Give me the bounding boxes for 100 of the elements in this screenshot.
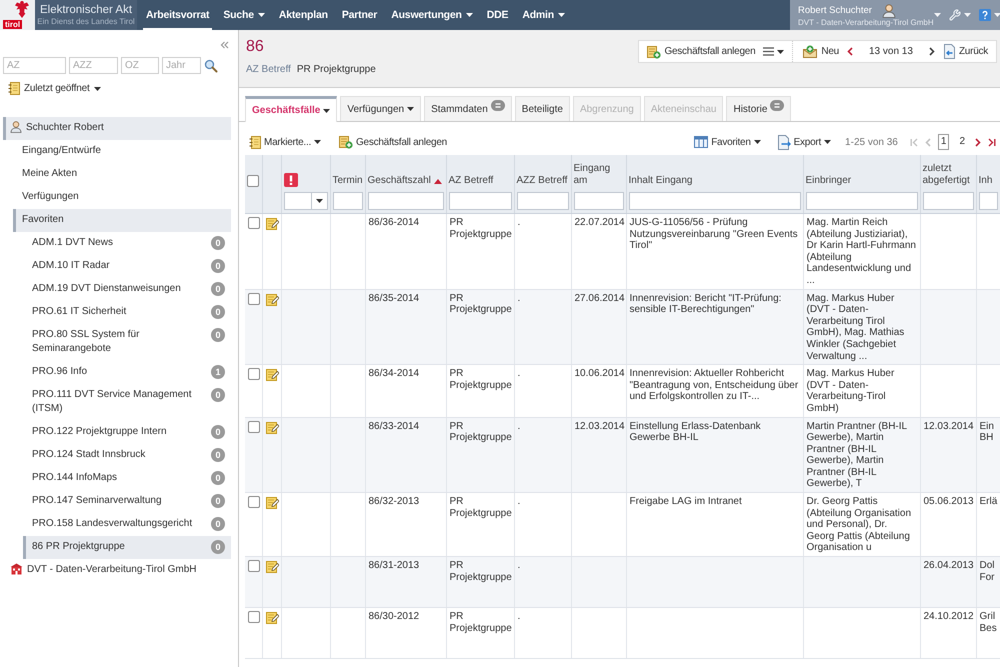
column-header[interactable]: Termin bbox=[332, 175, 363, 187]
edit-note-icon[interactable] bbox=[266, 560, 278, 574]
tree-item[interactable]: DVT - Daten-Verarbeitung-Tirol GmbH bbox=[3, 559, 231, 582]
create-case-button[interactable]: Geschäftsfall anlegen bbox=[337, 132, 449, 152]
filter-input[interactable] bbox=[368, 192, 444, 210]
tools-menu-button[interactable] bbox=[948, 9, 971, 21]
checkbox[interactable] bbox=[247, 175, 259, 187]
tree-item[interactable]: ADM.19 DVT Dienstanweisungen 0 bbox=[23, 278, 231, 301]
edit-note-icon[interactable] bbox=[266, 368, 278, 382]
chevron-right-icon[interactable] bbox=[928, 47, 935, 56]
column-header[interactable]: Inh bbox=[978, 175, 992, 187]
checkbox[interactable] bbox=[248, 420, 260, 432]
column-header[interactable]: Einbringer bbox=[806, 175, 852, 187]
notebook-icon bbox=[249, 136, 261, 148]
column-header[interactable]: AZ Betreff bbox=[448, 175, 494, 187]
new-button[interactable]: Neu bbox=[801, 42, 841, 62]
tree-item[interactable]: ADM.10 IT Radar 0 bbox=[23, 255, 231, 278]
search-field[interactable]: OZ bbox=[121, 57, 159, 74]
tab[interactable]: Historie bbox=[726, 96, 792, 121]
last-page-icon[interactable] bbox=[988, 138, 996, 146]
back-button[interactable]: Zurück bbox=[940, 42, 990, 62]
edit-note-icon[interactable] bbox=[266, 292, 278, 306]
table-row[interactable] bbox=[245, 214, 1000, 290]
column-header[interactable]: AZZ Betreff bbox=[516, 175, 568, 187]
recent-menu-button[interactable]: Zuletzt geöffnet bbox=[8, 82, 101, 95]
edit-note-icon[interactable] bbox=[266, 420, 278, 434]
tree-item[interactable]: PRO.111 DVT Service Management (ITSM) 0 bbox=[23, 384, 231, 421]
tree-item[interactable]: PRO.122 Projektgruppe Intern 0 bbox=[23, 421, 231, 444]
nav-link[interactable]: Aktenplan bbox=[276, 0, 331, 30]
tree-item[interactable]: Verfügungen bbox=[13, 186, 231, 209]
page-link[interactable]: 1 bbox=[938, 134, 950, 150]
help-menu-button[interactable] bbox=[978, 9, 1000, 21]
nav-link[interactable]: Auswertungen bbox=[388, 0, 476, 30]
chevron-left-icon[interactable] bbox=[847, 47, 853, 56]
nav-link[interactable]: Partner bbox=[338, 0, 380, 30]
tree-item[interactable]: PRO.61 IT Sicherheit 0 bbox=[23, 301, 231, 324]
tab[interactable]: Geschäftsfälle bbox=[245, 96, 338, 122]
nav-link[interactable]: Arbeitsvorrat bbox=[143, 0, 212, 30]
table-row[interactable]: 86/32-2013 PR Projektgruppe . Freigabe LAG im Intranet Dr. Georg Pattis (Abteilung Organisation und Personal), Dr. Georg Pattis (Abteilung Organisation u 05.06.2013 Erlä bbox=[245, 492, 1000, 557]
chevron-right-icon[interactable] bbox=[975, 138, 981, 146]
table-row[interactable] bbox=[245, 417, 1000, 493]
filter-input[interactable] bbox=[332, 192, 362, 210]
table-row[interactable]: 86/30-2012 PR Projektgruppe . 24.10.2012 Gril Bes bbox=[245, 608, 1000, 659]
search-field[interactable]: AZ bbox=[3, 57, 66, 74]
checkbox[interactable] bbox=[248, 368, 260, 380]
tree-item[interactable]: PRO.144 InfoMaps 0 bbox=[23, 467, 231, 490]
count-badge: 0 bbox=[211, 236, 225, 250]
create-case-button[interactable]: Geschäftsfall anlegen bbox=[645, 42, 758, 62]
tree-item[interactable]: Eingang/Entwürfe bbox=[13, 140, 231, 163]
marked-menu-button[interactable]: Markierte... bbox=[247, 132, 324, 152]
edit-note-icon[interactable] bbox=[266, 496, 278, 510]
filter-input[interactable] bbox=[978, 192, 998, 210]
search-icon[interactable] bbox=[204, 58, 218, 72]
tab[interactable]: Beteiligte bbox=[514, 96, 570, 121]
checkbox[interactable] bbox=[248, 611, 260, 624]
tab[interactable]: Stammdaten bbox=[424, 96, 512, 121]
tab[interactable]: Verfügungen bbox=[340, 96, 422, 121]
nav-link[interactable]: DDE bbox=[484, 0, 512, 30]
filter-input[interactable] bbox=[628, 192, 800, 210]
column-header[interactable]: Geschäftszahl bbox=[368, 175, 442, 187]
checkbox[interactable] bbox=[248, 496, 260, 508]
tree-item[interactable]: Favoriten bbox=[13, 209, 231, 232]
edit-note-icon[interactable] bbox=[266, 611, 278, 624]
collapse-icon[interactable] bbox=[220, 41, 229, 49]
filter-input[interactable] bbox=[516, 192, 568, 210]
checkbox[interactable] bbox=[248, 560, 260, 572]
filter-input[interactable] bbox=[806, 192, 918, 210]
user-organization: DVT - Daten-Verarbeitung-Tirol GmbH bbox=[798, 18, 934, 26]
checkbox[interactable] bbox=[248, 217, 260, 229]
favorites-menu-button[interactable]: Favoriten bbox=[692, 132, 763, 152]
export-menu-button[interactable]: Export bbox=[774, 132, 834, 152]
tree-item[interactable]: PRO.124 Stadt Innsbruck 0 bbox=[23, 444, 231, 467]
nav-link[interactable]: Suche bbox=[220, 0, 268, 30]
tree-item[interactable]: 86 PR Projektgruppe 0 bbox=[23, 536, 231, 559]
tree-item[interactable]: ADM.1 DVT News 0 bbox=[23, 232, 231, 255]
table-row[interactable] bbox=[245, 289, 1000, 365]
logo-text: tirol bbox=[3, 20, 22, 29]
count-badge: 0 bbox=[211, 540, 225, 554]
table-row[interactable]: 86/31-2013 PR Projektgruppe . 26.04.2013 Dol For bbox=[245, 556, 1000, 608]
tree-item[interactable]: PRO.147 Seminarverwaltung 0 bbox=[23, 490, 231, 513]
filter-input[interactable] bbox=[922, 192, 974, 210]
filter-input[interactable] bbox=[574, 192, 624, 210]
user-menu-button[interactable] bbox=[934, 13, 941, 17]
tree-item[interactable]: Meine Akten bbox=[13, 163, 231, 186]
nav-link[interactable]: Admin bbox=[519, 0, 568, 30]
tree-item[interactable]: Schuchter Robert bbox=[3, 117, 231, 140]
tree-item[interactable]: PRO.80 SSL System für Seminarangebote 0 bbox=[23, 324, 231, 361]
page-link[interactable]: 2 bbox=[956, 134, 968, 150]
column-header[interactable]: Inhalt Eingang bbox=[628, 175, 692, 187]
edit-note-icon[interactable] bbox=[266, 217, 278, 230]
search-field[interactable]: AZZ bbox=[69, 57, 118, 74]
tree-item[interactable]: PRO.96 Info 1 bbox=[23, 361, 231, 384]
column-header[interactable]: Eingang am bbox=[574, 163, 624, 187]
tree-item[interactable]: PRO.158 Landesverwaltungsgericht 0 bbox=[23, 513, 231, 536]
menu-button[interactable] bbox=[763, 47, 784, 56]
checkbox[interactable] bbox=[248, 292, 260, 305]
table-row[interactable]: 86/34-2014 PR Projektgruppe . 10.06.2014 Innenrevision: Aktueller Rohbericht "Beantragung von, Entscheidung über und Erfolgskontrollen zu IT-... Mag. Markus Huber (DVT - Daten-Verarbeitung-Tirol GmbH) bbox=[245, 364, 1000, 417]
search-field[interactable]: Jahr bbox=[162, 57, 201, 74]
filter-input[interactable] bbox=[448, 192, 512, 210]
column-header[interactable]: zuletzt abgefertigt bbox=[922, 163, 974, 187]
